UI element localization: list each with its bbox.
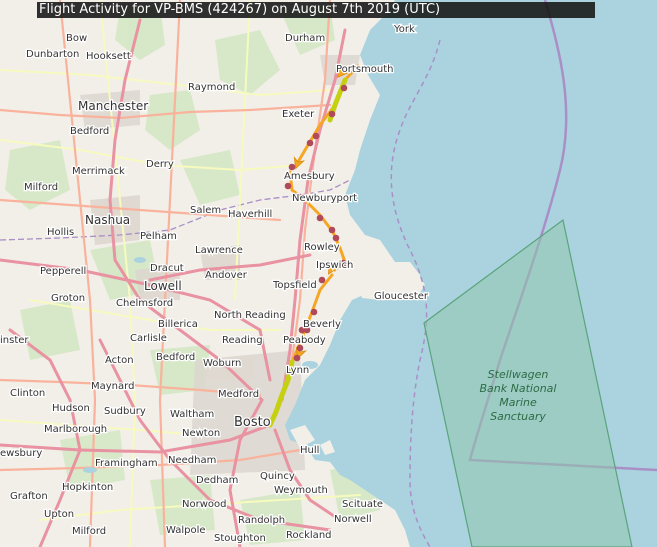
place-label: Pepperell <box>40 266 86 277</box>
place-label: Clinton <box>10 388 45 399</box>
place-label: Marlborough <box>44 424 107 435</box>
place-label: Sudbury <box>104 406 146 417</box>
place-label: Rowley <box>304 242 340 253</box>
place-label: Lawrence <box>195 245 243 256</box>
map-view[interactable]: Stellwagen Bank National Marine Sanctuar… <box>0 0 657 547</box>
place-label: Derry <box>146 159 174 170</box>
track-point[interactable] <box>288 163 296 171</box>
place-label: Waltham <box>170 409 214 420</box>
place-label: Maynard <box>91 381 134 392</box>
place-label: Groton <box>51 293 85 304</box>
place-label: Rockland <box>286 530 332 541</box>
place-label: Norwood <box>182 499 226 510</box>
place-label: Carlisle <box>130 333 167 344</box>
place-label: York <box>393 24 415 35</box>
track-point[interactable] <box>318 276 326 284</box>
place-label: Weymouth <box>274 485 328 496</box>
place-label: Salem <box>190 205 221 216</box>
place-label: Quincy <box>260 471 295 482</box>
place-label: Amesbury <box>284 171 335 182</box>
place-label: Hollis <box>47 227 74 238</box>
place-label: Hooksett <box>86 51 131 62</box>
place-label: Milford <box>72 526 106 537</box>
place-label: Bosto <box>234 415 271 430</box>
place-label: Lynn <box>286 365 309 376</box>
track-point[interactable] <box>328 110 336 118</box>
place-label: Ipswich <box>316 260 353 271</box>
place-label: Topsfield <box>272 280 317 291</box>
place-label: Merrimack <box>72 166 125 177</box>
track-point[interactable] <box>284 182 292 190</box>
place-label: Peabody <box>283 335 326 346</box>
sanctuary-label-line: Sanctuary <box>490 410 546 423</box>
place-label: Hopkinton <box>62 482 113 493</box>
place-label: Stoughton <box>214 533 266 544</box>
sanctuary-label-line: Bank National <box>480 382 557 395</box>
place-label: Billerica <box>158 319 198 330</box>
place-label: ewsbury <box>0 448 42 459</box>
place-label: Bedford <box>70 126 109 137</box>
place-label: Raymond <box>188 82 235 93</box>
place-label: Framingham <box>95 458 158 469</box>
place-label: Randolph <box>238 515 285 526</box>
sanctuary-label-line: Marine <box>499 396 537 409</box>
place-label: Pelham <box>140 231 177 242</box>
place-label: Portsmouth <box>336 64 394 75</box>
place-label: Gloucester <box>374 291 429 302</box>
place-label: Hudson <box>52 403 90 414</box>
place-label: Hull <box>300 445 319 456</box>
track-point[interactable] <box>312 132 320 140</box>
place-label: Lowell <box>144 279 182 293</box>
track-point[interactable] <box>316 214 324 222</box>
place-label: Bedford <box>156 352 195 363</box>
track-point[interactable] <box>293 354 301 362</box>
place-label: Dunbarton <box>26 49 79 60</box>
track-point[interactable] <box>332 234 340 242</box>
place-label: Newton <box>182 428 220 439</box>
page-title: Flight Activity for VP-BMS (424267) on A… <box>37 2 595 18</box>
track-point[interactable] <box>306 139 314 147</box>
place-label: Newburyport <box>292 193 357 204</box>
place-label: Walpole <box>166 525 206 536</box>
place-label: Dracut <box>150 263 184 274</box>
place-label: Needham <box>168 455 216 466</box>
place-label: Manchester <box>78 99 148 113</box>
place-label: Reading <box>222 335 263 346</box>
base-map: Stellwagen Bank National Marine Sanctuar… <box>0 0 657 547</box>
place-label: Andover <box>205 270 248 281</box>
place-label: Woburn <box>203 358 241 369</box>
place-label: Exeter <box>282 109 315 120</box>
sanctuary-label-line: Stellwagen <box>488 368 549 381</box>
place-label: North Reading <box>214 310 286 321</box>
place-label: Durham <box>285 33 325 44</box>
place-label: Beverly <box>303 319 341 330</box>
place-label: Upton <box>44 509 74 520</box>
place-label: Chelmsford <box>116 298 173 309</box>
place-label: inster <box>0 335 29 346</box>
place-label: Bow <box>66 33 87 44</box>
place-label: Haverhill <box>228 209 272 220</box>
place-label: Grafton <box>10 491 48 502</box>
track-point[interactable] <box>340 84 348 92</box>
place-label: Scituate <box>342 499 383 510</box>
place-label: Acton <box>105 355 134 366</box>
place-label: Nashua <box>85 213 130 227</box>
place-label: Milford <box>24 182 58 193</box>
track-point[interactable] <box>310 308 318 316</box>
place-label: Medford <box>218 389 259 400</box>
track-point[interactable] <box>328 226 336 234</box>
place-label: Dedham <box>196 475 238 486</box>
place-label: Norwell <box>334 514 372 525</box>
